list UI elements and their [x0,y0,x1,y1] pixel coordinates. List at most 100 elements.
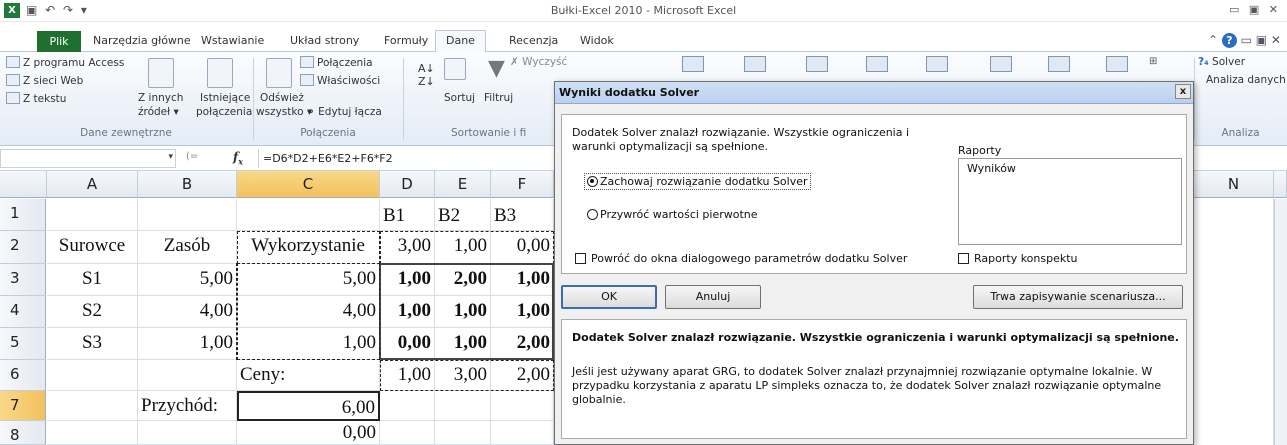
from-access-button[interactable]: Z programu Access [6,56,124,69]
remove-duplicates-icon[interactable] [744,56,766,72]
data-analysis-button[interactable]: Analiza danych [1206,74,1286,86]
filter-button[interactable]: Filtruj [484,92,513,104]
tab-home[interactable]: Narzędzia główne [93,34,191,47]
what-if-analysis-icon[interactable] [926,56,948,72]
from-text-button[interactable]: Z tekstu [6,92,66,105]
tab-insert[interactable]: Wstawianie [201,34,264,47]
select-all-corner[interactable] [0,171,47,198]
connections-button[interactable]: Połączenia [300,56,373,69]
cell-c5[interactable]: 1,00 [237,328,380,360]
reports-listbox[interactable]: Wyników [958,158,1182,245]
text-to-columns-icon[interactable] [682,56,704,72]
ribbon-controls[interactable]: ⌃ ? ▭ ▣ ✕ [1208,33,1281,48]
cell-f6[interactable]: 2,00 [491,360,554,391]
cell-d8[interactable] [380,421,435,445]
name-box-dropdown-icon[interactable]: ▾ [168,152,173,162]
ok-button[interactable]: OK [561,285,657,309]
tab-formulas[interactable]: Formuły [384,34,428,47]
insert-function-icon[interactable]: fx [233,150,243,166]
cell-a8[interactable] [47,421,138,445]
cell-c6[interactable]: Ceny: [237,360,380,391]
return-to-parameters-checkbox[interactable]: Powróć do okna dialogowego parametrów do… [575,251,907,266]
cell-e8[interactable] [435,421,491,445]
cell-d3[interactable]: 1,00 [380,264,435,296]
keep-solution-radio[interactable]: Zachowaj rozwiązanie dodatku Solver [584,173,811,190]
row-header-7[interactable]: 7 [0,391,46,421]
cell-f8[interactable] [491,421,554,445]
data-validation-icon[interactable] [806,56,828,72]
other-sources-button[interactable]: Z innych [138,92,183,104]
row-header-6[interactable]: 6 [0,360,46,391]
cell-a4[interactable]: S2 [47,296,138,328]
cell-b5[interactable]: 1,00 [138,328,237,360]
cell-d2[interactable]: 3,00 [380,231,435,264]
cell-f7[interactable] [491,391,554,421]
save-scenario-button[interactable]: Trwa zapisywanie scenariusza... [973,285,1183,309]
row-header-8[interactable]: 8 [0,421,46,445]
refresh-all-button[interactable]: Odśwież [260,92,304,104]
sort-dialog-icon[interactable] [444,58,466,80]
cell-a7[interactable] [47,391,138,421]
cell-a2[interactable]: Surowce [47,231,138,264]
column-header-c[interactable]: C [237,171,380,198]
outline-reports-checkbox[interactable]: Raporty konspektu [958,251,1078,266]
cell-e6[interactable]: 3,00 [435,360,491,391]
cell-a5[interactable]: S3 [47,328,138,360]
refresh-all-dropdown[interactable]: wszystko ▾ [256,106,312,118]
row-header-3[interactable]: 3 [0,264,46,296]
tab-file[interactable]: Plik [37,31,81,52]
cell-c2[interactable]: Wykorzystanie [237,231,380,264]
cell-e7[interactable] [435,391,491,421]
sort-az-button[interactable]: A↓ Z↓ [418,62,435,88]
column-header-a[interactable]: A [47,171,138,198]
other-sources-dropdown[interactable]: źródeł ▾ [138,106,179,118]
vertical-scrollbar-top[interactable] [1274,171,1287,198]
clear-button[interactable]: ✗ Wyczyść [510,56,567,68]
edit-links-button[interactable]: ⚭ Edytuj łącza [306,106,382,118]
name-box[interactable]: ▾ [0,149,176,168]
cell-a3[interactable]: S1 [47,264,138,296]
formula-bar-expand-icon[interactable]: (= [186,151,198,162]
report-item-answer[interactable]: Wyników [967,161,1016,176]
sort-button[interactable]: Sortuj [444,92,475,104]
cell-b7[interactable]: Przychód: [138,391,237,421]
window-controls[interactable]: ▭ ▣ ✕ [1229,3,1281,16]
cell-e4[interactable]: 1,00 [435,296,491,328]
solver-button[interactable]: ?₄ Solver [1198,56,1245,68]
row-header-1[interactable]: 1 [0,199,46,231]
cell-b8[interactable] [138,421,237,445]
cell-f1[interactable]: B3 [491,199,554,231]
dialog-close-button[interactable]: x [1175,84,1191,99]
cell-d4[interactable]: 1,00 [380,296,435,328]
cell-d7[interactable] [380,391,435,421]
cell-e5[interactable]: 1,00 [435,328,491,360]
row-header-4[interactable]: 4 [0,296,46,328]
consolidate-icon[interactable] [866,56,888,72]
cell-e2[interactable]: 1,00 [435,231,491,264]
cell-f5[interactable]: 2,00 [491,328,554,360]
cell-d5[interactable]: 0,00 [380,328,435,360]
cell-f3[interactable]: 1,00 [491,264,554,296]
column-header-e[interactable]: E [435,171,491,198]
tab-view[interactable]: Widok [580,34,614,47]
column-header-d[interactable]: D [380,171,435,198]
from-web-button[interactable]: Z sieci Web [6,74,83,87]
column-header-n[interactable]: N [1194,171,1274,198]
help-icon[interactable]: ? [1221,33,1237,48]
cell-f2[interactable]: 0,00 [491,231,554,264]
existing-connections-button[interactable]: Istniejące [200,92,250,104]
cell-e3[interactable]: 2,00 [435,264,491,296]
cell-c7[interactable]: 6,00 [237,391,380,421]
cell-a6[interactable] [47,360,138,391]
column-n-cells[interactable] [1194,199,1274,445]
cell-c4[interactable]: 4,00 [237,296,380,328]
tab-page-layout[interactable]: Układ strony [290,34,359,47]
ungroup-icon[interactable] [1048,56,1070,72]
subtotal-icon[interactable] [1106,56,1128,72]
cell-c3[interactable]: 5,00 [237,264,380,296]
show-detail-icon[interactable]: ⊞ [1149,56,1157,67]
restore-values-radio[interactable]: Przywróć wartości pierwotne [587,207,758,222]
cell-b6[interactable] [138,360,237,391]
cell-b3[interactable]: 5,00 [138,264,237,296]
cell-c8[interactable]: 0,00 [237,421,380,445]
